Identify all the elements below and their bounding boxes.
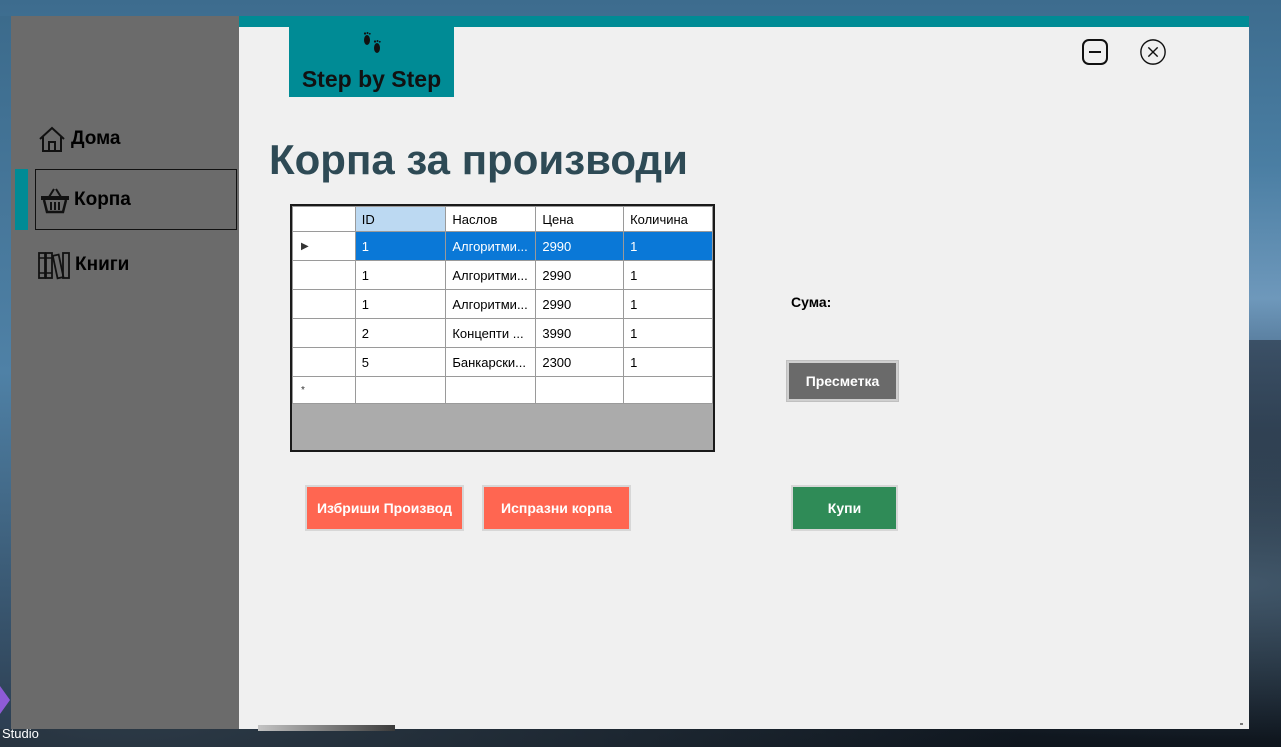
- sidebar-item-label: Корпа: [74, 188, 131, 210]
- table-row[interactable]: 2 Концепти ... 3990 1: [292, 318, 713, 348]
- basket-icon: [41, 187, 69, 213]
- close-icon: [1140, 39, 1166, 65]
- cell-id[interactable]: 5: [354, 347, 447, 377]
- cell-id[interactable]: 1: [354, 231, 447, 261]
- cell-id[interactable]: 2: [354, 318, 447, 348]
- column-header-title[interactable]: Наслов: [445, 206, 537, 232]
- page-title: Корпа за производи: [269, 136, 688, 183]
- minimize-icon: [1082, 39, 1108, 65]
- column-header-price[interactable]: Цена: [535, 206, 625, 232]
- cell-quantity[interactable]: 1: [623, 260, 713, 290]
- resize-grip[interactable]: [1240, 723, 1243, 725]
- row-header[interactable]: [292, 289, 356, 319]
- cell-price[interactable]: 3990: [535, 318, 625, 348]
- sidebar-item-label: Дома: [71, 128, 121, 149]
- active-nav-indicator: [15, 169, 28, 230]
- column-header-id[interactable]: ID: [354, 206, 447, 232]
- row-header-corner[interactable]: [292, 206, 356, 232]
- table-row[interactable]: 5 Банкарски... 2300 1: [292, 347, 713, 377]
- sidebar-item-books[interactable]: Книги: [37, 236, 237, 294]
- cell-price[interactable]: 2990: [535, 260, 625, 290]
- sum-label: Сума:: [791, 294, 832, 310]
- cell-quantity[interactable]: 1: [623, 289, 713, 319]
- new-cell-id[interactable]: [354, 376, 447, 404]
- cell-title[interactable]: Алгоритми...: [445, 260, 537, 290]
- table-row[interactable]: 1 Алгоритми... 2990 1: [292, 289, 713, 319]
- sidebar-item-cart[interactable]: Корпа: [35, 169, 237, 230]
- visual-studio-icon[interactable]: [0, 686, 10, 714]
- desktop-edge: [0, 16, 11, 729]
- new-row[interactable]: *: [292, 376, 713, 404]
- taskbar-thumbnail[interactable]: [258, 725, 395, 731]
- close-button[interactable]: [1139, 38, 1167, 66]
- cell-price[interactable]: 2300: [535, 347, 625, 377]
- current-row-marker[interactable]: ▶: [292, 231, 356, 261]
- new-cell-title[interactable]: [445, 376, 537, 404]
- row-header[interactable]: [292, 318, 356, 348]
- app-window: Step by Step Дома Корпа Книги Корпа за п…: [11, 16, 1249, 729]
- cell-title[interactable]: Алгоритми...: [445, 231, 537, 261]
- cell-price[interactable]: 2990: [535, 289, 625, 319]
- delete-product-button[interactable]: Избриши Производ: [305, 485, 464, 531]
- calculate-button[interactable]: Пресметка: [786, 360, 899, 402]
- new-cell-price[interactable]: [535, 376, 625, 404]
- table-row[interactable]: 1 Алгоритми... 2990 1: [292, 260, 713, 290]
- buy-button[interactable]: Купи: [791, 485, 898, 531]
- home-icon: [39, 126, 65, 152]
- cell-quantity[interactable]: 1: [623, 347, 713, 377]
- grid-header-row: ID Наслов Цена Количина: [292, 206, 713, 232]
- brand-logo: Step by Step: [289, 27, 454, 97]
- row-header[interactable]: [292, 260, 356, 290]
- table-row[interactable]: ▶ 1 Алгоритми... 2990 1: [292, 231, 713, 261]
- cell-price[interactable]: 2990: [535, 231, 625, 261]
- cart-data-grid[interactable]: ID Наслов Цена Количина ▶ 1 Алгоритми...…: [290, 204, 715, 452]
- cell-quantity[interactable]: 1: [623, 231, 713, 261]
- new-cell-quantity[interactable]: [623, 376, 713, 404]
- cell-id[interactable]: 1: [354, 289, 447, 319]
- cell-id[interactable]: 1: [354, 260, 447, 290]
- title-bar[interactable]: [239, 16, 1249, 27]
- books-icon: [38, 252, 70, 280]
- new-row-marker[interactable]: *: [292, 376, 356, 404]
- cell-title[interactable]: Алгоритми...: [445, 289, 537, 319]
- sidebar-item-home[interactable]: Дома: [37, 110, 237, 168]
- footprints-icon: [289, 31, 454, 65]
- cell-title[interactable]: Банкарски...: [445, 347, 537, 377]
- minimize-button[interactable]: [1081, 38, 1109, 66]
- brand-name: Step by Step: [301, 66, 442, 92]
- empty-cart-button[interactable]: Испразни корпа: [482, 485, 631, 531]
- column-header-quantity[interactable]: Количина: [623, 206, 713, 232]
- cell-title[interactable]: Концепти ...: [445, 318, 537, 348]
- cell-quantity[interactable]: 1: [623, 318, 713, 348]
- sidebar-item-label: Книги: [75, 254, 130, 275]
- row-header[interactable]: [292, 347, 356, 377]
